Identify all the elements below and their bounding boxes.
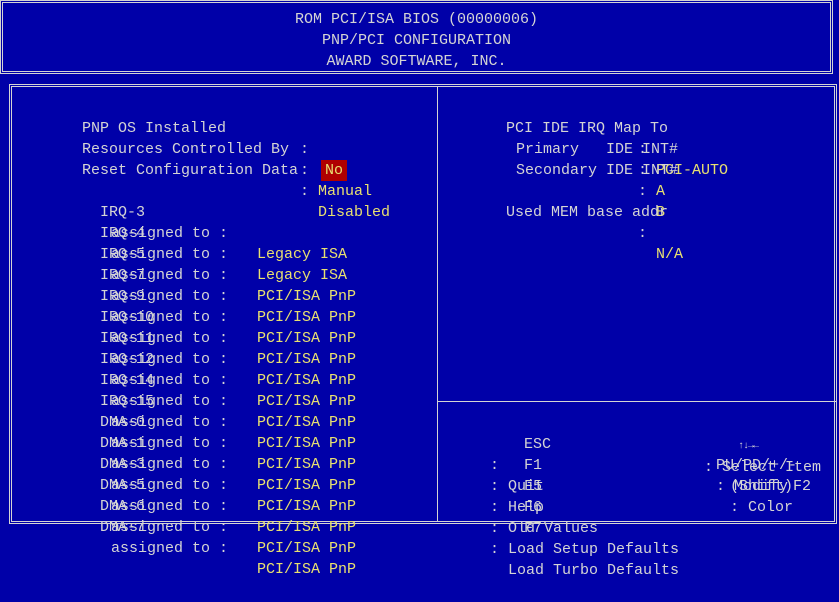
assignment-value[interactable]: PCI/ISA PnP [257, 328, 356, 349]
help-esc: ESC : Quit [452, 413, 551, 495]
list-item[interactable]: IRQ-12 assigned to : PCI/ISA PnP [28, 328, 356, 410]
reset-config-label: Reset Configuration Data [82, 162, 299, 179]
assignment-value[interactable]: PCI/ISA PnP [257, 412, 356, 433]
pnp-os-value[interactable]: No [321, 160, 348, 181]
mem-base-value[interactable]: N/A [656, 244, 683, 265]
help-key: F7 [524, 520, 543, 537]
assignment-value[interactable]: PCI/ISA PnP [257, 391, 356, 412]
list-item[interactable]: DMA-5 assigned to : PCI/ISA PnP [28, 454, 356, 536]
bios-screen: ROM PCI/ISA BIOS (00000006) PNP/PCI CONF… [0, 0, 839, 579]
assignment-value[interactable]: PCI/ISA PnP [257, 559, 356, 580]
list-item[interactable]: DMA-0 assigned to : PCI/ISA PnP [28, 391, 356, 473]
list-item[interactable]: IRQ-11 assigned to : PCI/ISA PnP [28, 307, 356, 389]
resource-name: DMA-7 [100, 519, 146, 536]
secondary-int-row[interactable]: Secondary IDE INT# : B [462, 139, 678, 221]
horizontal-divider [437, 401, 837, 402]
vertical-divider [437, 87, 438, 521]
list-item[interactable]: IRQ-10 assigned to : PCI/ISA PnP [28, 286, 356, 368]
secondary-int-label: Secondary IDE INT# [516, 162, 679, 179]
list-item[interactable]: IRQ-7 assigned to : PCI/ISA PnP [28, 244, 356, 326]
list-item[interactable]: IRQ-4 assigned to : Legacy ISA [28, 202, 347, 284]
assignment-value[interactable]: PCI/ISA PnP [257, 454, 356, 475]
assignment-value[interactable]: Legacy ISA [257, 265, 347, 286]
help-f5: F5 : Old Values [452, 455, 598, 537]
help-desc: : Color [730, 499, 794, 516]
resources-sep: : [300, 162, 310, 179]
bios-header: ROM PCI/ISA BIOS (00000006) PNP/PCI CONF… [0, 0, 833, 74]
reset-config-value[interactable]: Disabled [318, 202, 390, 223]
list-item[interactable]: IRQ-3 assigned to : Legacy ISA [28, 181, 347, 263]
config-panel: PNP OS Installed : No Resources Controll… [9, 84, 837, 579]
help-desc: Load Setup Defaults [508, 541, 680, 558]
assignment-value[interactable]: PCI/ISA PnP [257, 496, 356, 517]
bios-title: ROM PCI/ISA BIOS (00000006) [294, 11, 539, 28]
page-title: PNP/PCI CONFIGURATION [321, 32, 512, 49]
pnp-os-row[interactable]: PNP OS Installed : No [28, 97, 348, 181]
list-item[interactable]: IRQ-5 assigned to : PCI/ISA PnP [28, 223, 356, 305]
primary-int-row[interactable]: Primary IDE INT# : A [462, 118, 678, 200]
mem-base-sep: : [638, 225, 648, 242]
assignment-value[interactable]: PCI/ISA PnP [257, 307, 356, 328]
help-select: ↑↓→← : Select Item [666, 413, 821, 476]
mem-base-label: Used MEM base addr [506, 204, 669, 221]
assignment-value[interactable]: PCI/ISA PnP [257, 538, 356, 559]
pnp-os-sep: : [300, 141, 310, 158]
help-key: (Shift)F2 [730, 478, 812, 495]
help-f1: F1 : Help [452, 434, 544, 516]
help-panel: ESC : Quit ↑↓→← : Select Item F1 : Help … [452, 413, 836, 579]
list-item[interactable]: DMA-3 assigned to : PCI/ISA PnP [28, 433, 356, 515]
resources-row[interactable]: Resources Controlled By : Manual [28, 118, 372, 200]
assignment-value[interactable]: PCI/ISA PnP [257, 286, 356, 307]
vendor-name: AWARD SOFTWARE, INC. [326, 53, 507, 70]
list-item[interactable]: IRQ-15 assigned to : PCI/ISA PnP [28, 370, 356, 452]
list-item[interactable]: DMA-7 assigned to : PCI/ISA PnP [28, 496, 356, 578]
list-item[interactable]: IRQ-14 assigned to : PCI/ISA PnP [28, 349, 356, 431]
help-modify: PU/PD/+/- : Modify [644, 434, 797, 495]
help-color: (Shift)F2 : Color [658, 455, 811, 516]
assignment-value[interactable]: PCI/ISA PnP [257, 349, 356, 370]
assignment-value[interactable]: PCI/ISA PnP [257, 433, 356, 454]
help-f7: F7 : Load Turbo Defaults [452, 497, 679, 579]
help-sep: : [490, 541, 500, 558]
assignment-value[interactable]: PCI/ISA PnP [257, 475, 356, 496]
assignment-value[interactable]: PCI/ISA PnP [257, 370, 356, 391]
reset-config-sep: : [300, 183, 310, 200]
help-desc: Load Turbo Defaults [508, 562, 680, 579]
reset-config-row[interactable]: Reset Configuration Data : Disabled [28, 139, 390, 221]
list-item[interactable]: IRQ-9 assigned to : PCI/ISA PnP [28, 265, 356, 347]
resources-value[interactable]: Manual [318, 181, 372, 202]
assignment-value[interactable]: Legacy ISA [257, 244, 347, 265]
mem-base-row[interactable]: Used MEM base addr : N/A [452, 181, 683, 263]
list-item[interactable]: DMA-1 assigned to : PCI/ISA PnP [28, 412, 356, 494]
help-f6: F6 : Load Setup Defaults [452, 476, 679, 558]
irq-map-row[interactable]: PCI IDE IRQ Map To : PCI-AUTO [452, 97, 728, 179]
assigned-to-text: assigned to : [111, 540, 229, 557]
list-item[interactable]: DMA-6 assigned to : PCI/ISA PnP [28, 475, 356, 557]
